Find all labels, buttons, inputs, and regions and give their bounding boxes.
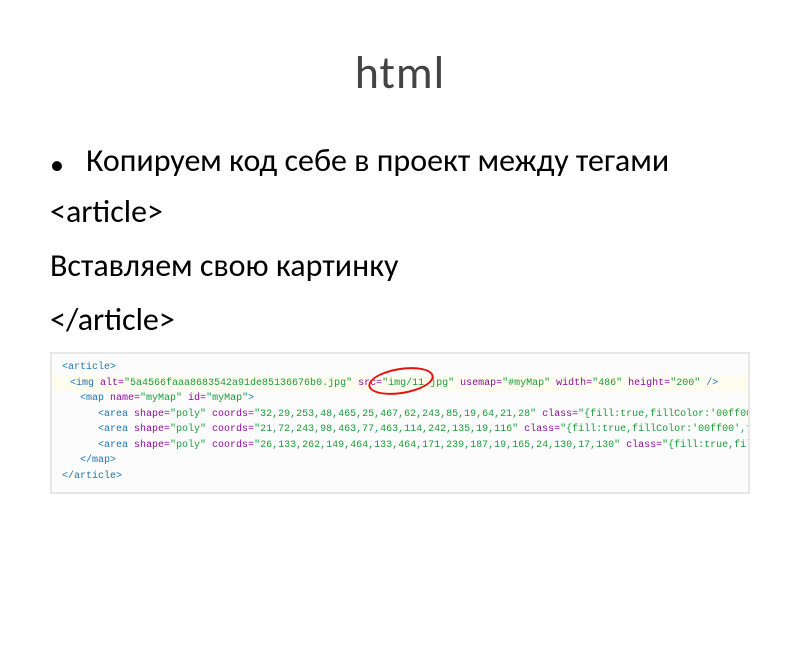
code-sample: <article> <img alt="5a4566faaa8683542a91… [50, 352, 750, 494]
text-line-insert: Вставляем свою картинку [50, 242, 750, 290]
bullet-dot-icon: • [50, 147, 64, 182]
code-line-area: <area shape="poly" coords="26,133,262,14… [62, 438, 738, 454]
text-line-article-open: <article> [50, 188, 750, 236]
code-line-map-open: <map name="myMap" id="myMap"> [62, 391, 738, 407]
slide-body: • Копируем код себе в проект между тегам… [0, 141, 800, 344]
code-line: <article> [62, 360, 738, 376]
code-line-area: <area shape="poly" coords="21,72,243,98,… [62, 422, 738, 438]
text-line-article-close: </article> [50, 296, 750, 344]
slide-title: html [0, 45, 800, 101]
code-line-map-close: </map> [62, 453, 738, 469]
code-line-area: <area shape="poly" coords="32,29,253,48,… [62, 407, 738, 423]
code-line-article-close: </article> [62, 469, 738, 485]
code-line-img: <img alt="5a4566faaa8683542a91de85136676… [52, 376, 748, 392]
bullet-item: • Копируем код себе в проект между тегам… [50, 141, 750, 182]
bullet-text: Копируем код себе в проект между тегами [86, 141, 750, 181]
